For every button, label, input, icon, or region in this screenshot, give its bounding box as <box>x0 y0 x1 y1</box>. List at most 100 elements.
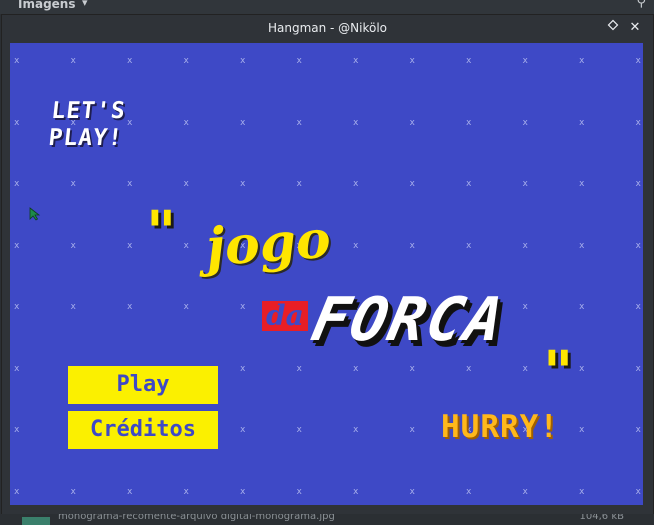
close-icon[interactable]: ✕ <box>625 18 645 38</box>
background-filesize: 104,6 kB <box>579 514 624 522</box>
grid-x-mark: x <box>579 179 585 189</box>
grid-x-mark: x <box>127 117 133 128</box>
grid-x-mark: x <box>579 117 585 128</box>
lets-play-line1: LET'S <box>50 98 128 124</box>
grid-x-mark: x <box>409 425 415 435</box>
grid-x-mark: x <box>70 302 76 312</box>
grid-x-mark: x <box>466 240 472 251</box>
grid-x-mark: x <box>579 425 585 435</box>
grid-x-mark: x <box>522 486 528 497</box>
grid-x-mark: x <box>14 117 20 128</box>
grid-x-mark: x <box>409 363 415 374</box>
grid-x-mark: x <box>183 117 189 128</box>
grid-x-mark: x <box>14 302 20 312</box>
search-icon[interactable]: ⚲ <box>636 0 646 10</box>
grid-x-mark: x <box>353 425 359 435</box>
grid-x-mark: x <box>522 302 528 312</box>
grid-x-mark: x <box>522 179 528 189</box>
grid-x-mark: x <box>296 117 302 128</box>
grid-x-mark: x <box>240 179 246 189</box>
grid-x-mark: x <box>183 56 189 66</box>
grid-x-mark: x <box>183 302 189 312</box>
grid-x-mark: x <box>579 363 585 374</box>
grid-x-mark: x <box>579 56 585 66</box>
title-quote-open: " <box>146 198 177 266</box>
grid-x-mark: x <box>127 486 133 497</box>
grid-x-mark: x <box>240 486 246 497</box>
grid-x-mark: x <box>635 179 641 189</box>
grid-x-mark: x <box>296 486 302 497</box>
grid-x-mark: x <box>127 302 133 312</box>
grid-x-mark: x <box>127 179 133 189</box>
grid-x-mark: x <box>296 56 302 66</box>
grid-x-mark: x <box>579 302 585 312</box>
grid-x-mark: x <box>14 56 20 66</box>
background-toolbar: Imagens ▾ ⚲ <box>0 0 654 14</box>
grid-x-mark: x <box>240 302 246 312</box>
window-titlebar[interactable]: Hangman - @Nikölo ✕ <box>2 15 653 42</box>
grid-x-mark: x <box>353 56 359 66</box>
game-canvas: x x x x x x x x x x x x x x x x x x x x x x x x x x x x x x x x x x x x x x x x… <box>10 43 643 505</box>
grid-x-mark: x <box>353 363 359 374</box>
lets-play-line2: PLAY! <box>47 125 125 151</box>
grid-x-mark: x <box>409 56 415 66</box>
grid-x-mark: x <box>635 363 641 374</box>
grid-x-mark: x <box>522 56 528 66</box>
grid-x-mark: x <box>635 240 641 251</box>
grid-x-mark: x <box>240 425 246 435</box>
file-thumbnail-icon <box>22 517 50 525</box>
grid-x-mark: x <box>635 302 641 312</box>
grid-x-mark: x <box>240 56 246 66</box>
grid-x-mark: x <box>127 240 133 251</box>
grid-x-mark: x <box>240 363 246 374</box>
grid-x-mark: x <box>635 117 641 128</box>
grid-x-mark: x <box>466 117 472 128</box>
game-window: Hangman - @Nikölo ✕ xxxxxxxxxxxxxxxxxxxx… <box>1 14 654 515</box>
mouse-cursor-icon <box>29 207 41 221</box>
grid-x-mark: x <box>409 486 415 497</box>
grid-x-mark: x <box>522 240 528 251</box>
grid-x-mark: x <box>14 363 20 374</box>
grid-x-mark: x <box>466 56 472 66</box>
grid-x-mark: x <box>635 486 641 497</box>
grid-x-mark: x <box>70 179 76 189</box>
window-title: Hangman - @Nikölo <box>267 21 388 35</box>
grid-x-mark: x <box>353 240 359 251</box>
grid-x-mark: x <box>409 240 415 251</box>
credits-button[interactable]: Créditos <box>68 411 218 449</box>
grid-x-mark: x <box>14 179 20 189</box>
grid-x-mark: x <box>409 179 415 189</box>
grid-x-mark: x <box>183 486 189 497</box>
grid-x-mark: x <box>579 486 585 497</box>
grid-x-mark: x <box>14 486 20 497</box>
title-quote-close: " <box>543 338 574 406</box>
grid-x-mark: x <box>296 425 302 435</box>
grid-x-mark: x <box>183 240 189 251</box>
background-folder-label[interactable]: Imagens <box>18 0 75 11</box>
title-word-da: da <box>262 301 308 331</box>
grid-x-mark: x <box>466 179 472 189</box>
background-statusbar: monograma-recomente-arquivo digital-mono… <box>0 514 654 525</box>
grid-x-mark: x <box>127 56 133 66</box>
title-word-forca: FORCA <box>305 285 512 355</box>
grid-x-mark: x <box>522 363 528 374</box>
grid-x-mark: x <box>240 117 246 128</box>
grid-x-mark: x <box>635 56 641 66</box>
grid-x-mark: x <box>466 486 472 497</box>
grid-x-mark: x <box>296 363 302 374</box>
grid-x-mark: x <box>296 179 302 189</box>
grid-x-mark: x <box>14 240 20 251</box>
play-button[interactable]: Play <box>68 366 218 404</box>
grid-x-mark: x <box>353 179 359 189</box>
grid-x-mark: x <box>466 363 472 374</box>
grid-x-mark: x <box>579 240 585 251</box>
chevron-down-icon[interactable]: ▾ <box>82 0 88 9</box>
title-word-jogo: jogo <box>204 208 333 279</box>
grid-x-mark: x <box>70 56 76 66</box>
restore-icon[interactable] <box>603 18 623 38</box>
grid-x-mark: x <box>635 425 641 435</box>
hurry-text: HURRY! <box>441 409 559 445</box>
grid-x-mark: x <box>14 425 20 435</box>
grid-x-mark: x <box>70 240 76 251</box>
lets-play-text: LET'S PLAY! <box>47 98 127 152</box>
